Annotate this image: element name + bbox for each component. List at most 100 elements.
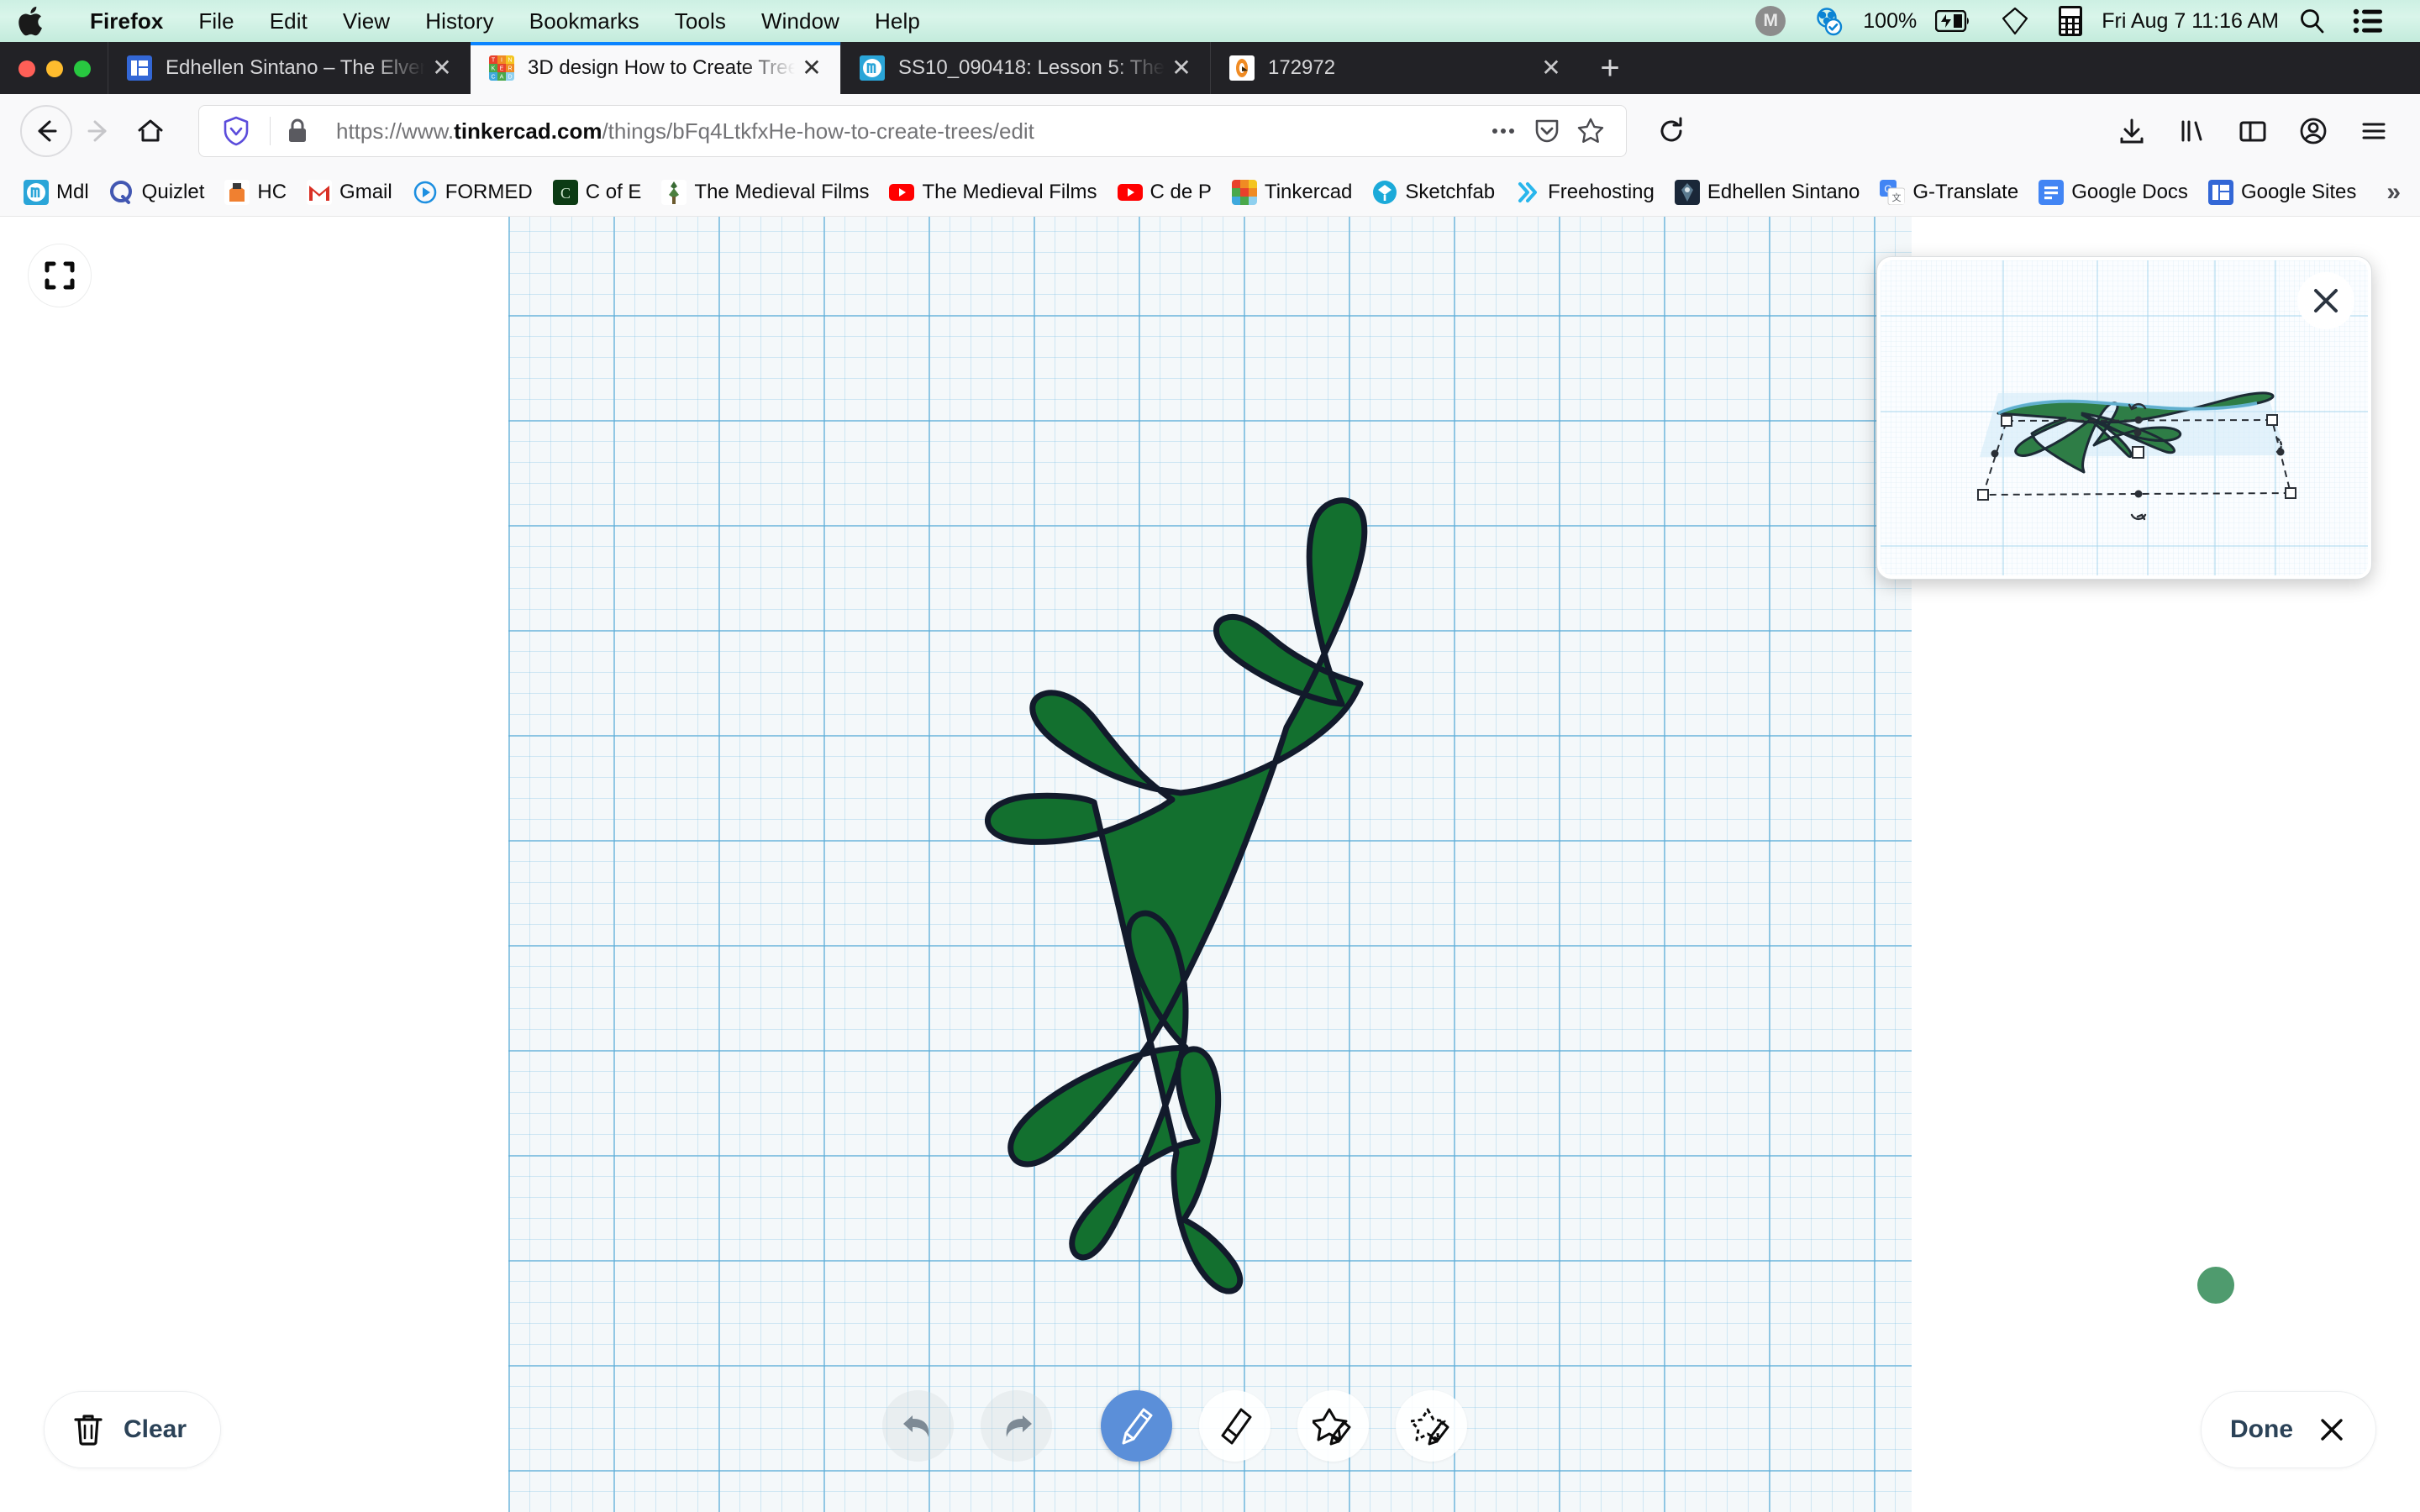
svg-text:C: C (491, 75, 495, 81)
erase-shape-tool-button[interactable] (1396, 1390, 1467, 1462)
menu-bookmarks[interactable]: Bookmarks (512, 8, 657, 34)
bookmark-label: The Medieval Films (694, 180, 870, 203)
redo-tool-button[interactable] (981, 1390, 1052, 1462)
bookmark-tinkercad[interactable]: Tinkercad (1222, 176, 1362, 208)
hamburger-menu-icon (2362, 123, 2386, 139)
menu-file[interactable]: File (181, 8, 251, 34)
bookmarks-overflow-chevron-icon[interactable]: » (2366, 178, 2417, 207)
bookmark-medieval-films-2[interactable]: The Medieval Films (879, 176, 1107, 208)
bookmark-label: G-Translate (1912, 180, 2019, 203)
url-bar[interactable]: https://www.tinkercad.com/things/bFq4Ltk… (198, 105, 1627, 157)
3d-preview-scene[interactable] (1881, 260, 2368, 575)
fullscreen-toggle-button[interactable] (28, 244, 92, 307)
hamburger-menu-button[interactable] (2348, 105, 2400, 157)
dropbox-icon[interactable] (1999, 6, 2031, 36)
browser-tab-4[interactable]: 172972 ✕ (1210, 42, 1580, 94)
url-prefix: https://www. (336, 118, 455, 144)
battery-icon[interactable] (1935, 10, 1972, 32)
done-button[interactable]: Done (2201, 1391, 2376, 1468)
new-tab-button[interactable]: + (1586, 45, 1634, 92)
eraser-tool-button[interactable] (1199, 1390, 1270, 1462)
browser-tab-2-close-icon[interactable]: ✕ (795, 51, 829, 85)
menu-help[interactable]: Help (857, 8, 938, 34)
bookmark-google-sites[interactable]: Google Sites (2198, 176, 2366, 208)
draw-shape-tool-button[interactable] (1297, 1390, 1369, 1462)
bookmark-sketchfab[interactable]: Sketchfab (1362, 176, 1505, 208)
bookmark-hc[interactable]: HC (214, 176, 297, 208)
shield-icon[interactable] (214, 109, 258, 153)
menu-bar-clock[interactable]: Fri Aug 7 11:16 AM (2102, 9, 2279, 34)
sketchfab-icon (1372, 180, 1397, 205)
bookmark-edhellen-sintano[interactable]: Edhellen Sintano (1665, 176, 1870, 208)
browser-tab-4-close-icon[interactable]: ✕ (1534, 51, 1568, 85)
menu-edit[interactable]: Edit (252, 8, 325, 34)
clear-button-label: Clear (124, 1415, 187, 1443)
window-zoom-button[interactable] (74, 60, 91, 77)
library-icon (2181, 120, 2202, 142)
pencil-icon (1122, 1408, 1152, 1444)
bookmark-google-docs[interactable]: Google Docs (2028, 176, 2198, 208)
3d-workplane-render (1881, 260, 2368, 575)
bookmark-label: Google Sites (2240, 180, 2357, 203)
back-button[interactable] (20, 105, 72, 157)
bookmark-c-de-p[interactable]: C de P (1107, 176, 1222, 208)
bookmark-medieval-films-1[interactable]: The Medieval Films (651, 176, 879, 208)
window-close-button[interactable] (18, 60, 35, 77)
bookmark-star-icon[interactable] (1569, 109, 1612, 153)
bookmark-label: Freehosting (1548, 180, 1655, 203)
calculator-icon[interactable] (2058, 5, 2083, 37)
browser-tab-strip: Edhellen Sintano – The Elven B ✕ TIN KER… (0, 42, 2420, 94)
bookmark-label: Tinkercad (1264, 180, 1353, 203)
spotlight-search-icon[interactable] (2297, 7, 2326, 35)
library-button[interactable] (2166, 105, 2218, 157)
undo-tool-button[interactable] (882, 1390, 954, 1462)
bookmark-label: Gmail (339, 180, 392, 203)
browser-tab-1-close-icon[interactable]: ✕ (425, 51, 459, 85)
control-center-icon[interactable] (2353, 8, 2383, 34)
hc-icon (224, 179, 250, 205)
browser-tab-2[interactable]: TIN KER CAD 3D design How to Create Tree… (471, 42, 840, 94)
clear-button[interactable]: Clear (44, 1391, 222, 1468)
bookmark-mdl[interactable]: Mdl (13, 176, 99, 208)
menu-tools[interactable]: Tools (657, 8, 744, 34)
bookmark-c-of-e[interactable]: C C of E (543, 176, 652, 208)
google-docs-icon (2039, 179, 2065, 205)
preview-close-button[interactable] (2297, 272, 2354, 329)
page-actions-ellipsis-icon[interactable] (1481, 109, 1525, 153)
account-button[interactable] (2287, 105, 2339, 157)
sketch-canvas[interactable] (508, 217, 1912, 1512)
url-text[interactable]: https://www.tinkercad.com/things/bFq4Ltk… (336, 118, 1481, 144)
menu-window[interactable]: Window (744, 8, 857, 34)
bookmarks-toolbar: Mdl Quizlet HC Gmail FORMED C C of E The… (0, 168, 2420, 217)
bookmark-g-translate[interactable]: G文 G-Translate (1870, 176, 2028, 208)
menu-history[interactable]: History (408, 8, 512, 34)
active-color-swatch[interactable] (2197, 1267, 2234, 1304)
user-account-icon[interactable]: M (1755, 6, 1786, 36)
downloads-button[interactable] (2106, 105, 2158, 157)
padlock-icon[interactable] (276, 109, 319, 153)
mega-sync-icon[interactable] (1812, 5, 1844, 37)
account-initial: M (1755, 6, 1786, 36)
reload-button[interactable] (1645, 105, 1697, 157)
bookmark-freehosting[interactable]: Freehosting (1505, 176, 1665, 208)
home-button[interactable] (124, 105, 176, 157)
back-arrow-icon (38, 120, 57, 142)
window-minimize-button[interactable] (46, 60, 63, 77)
c-of-e-icon: C (552, 179, 578, 205)
browser-tab-3-close-icon[interactable]: ✕ (1165, 51, 1198, 85)
forward-button[interactable] (72, 105, 124, 157)
apple-logo-icon[interactable] (18, 4, 47, 38)
url-path: /things/bFq4LtkfxHe-how-to-create-trees/… (602, 118, 1034, 144)
browser-tab-3[interactable]: SS10_090418: Lesson 5: The G ✕ (840, 42, 1210, 94)
menu-firefox[interactable]: Firefox (72, 8, 181, 34)
pencil-tool-button[interactable] (1101, 1390, 1172, 1462)
browser-tab-1[interactable]: Edhellen Sintano – The Elven B ✕ (108, 42, 471, 94)
pocket-icon[interactable] (1525, 109, 1569, 153)
bookmark-gmail[interactable]: Gmail (297, 176, 402, 208)
bookmark-formed[interactable]: FORMED (402, 176, 543, 208)
bookmark-quizlet[interactable]: Quizlet (99, 176, 215, 208)
home-icon (138, 119, 163, 142)
browser-tab-3-title: SS10_090418: Lesson 5: The G (898, 56, 1165, 79)
menu-view[interactable]: View (325, 8, 408, 34)
sidebar-button[interactable] (2227, 105, 2279, 157)
